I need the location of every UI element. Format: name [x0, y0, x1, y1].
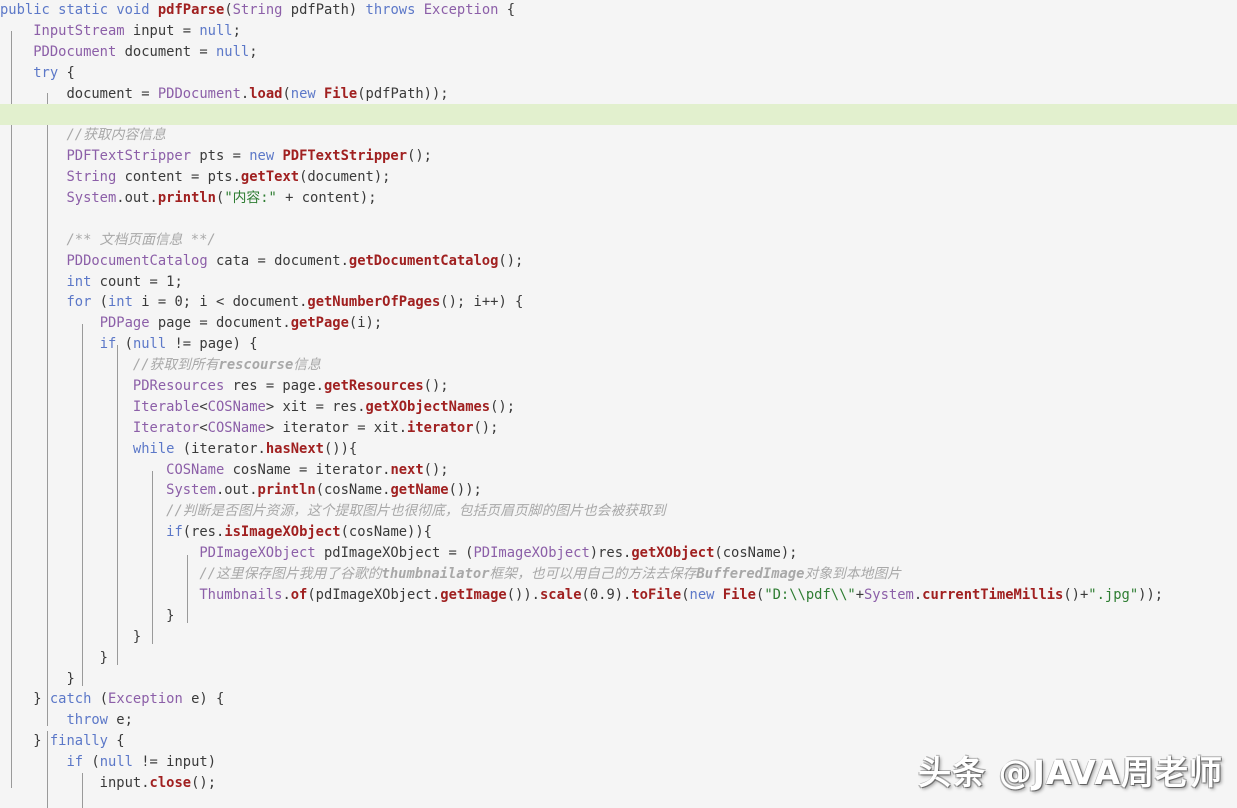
code-line[interactable]: PDResources res = page.getResources();	[0, 376, 1237, 397]
code-line[interactable]: if (null != input)	[0, 752, 1237, 773]
code-line[interactable]: PDDocumentCatalog cata = document.getDoc…	[0, 251, 1237, 272]
code-line[interactable]: InputStream input = null;	[0, 21, 1237, 42]
code-line[interactable]: Iterable<COSName> xit = res.getXObjectNa…	[0, 397, 1237, 418]
code-line[interactable]: Thumbnails.of(pdImageXObject.getImage())…	[0, 585, 1237, 606]
code-line[interactable]	[0, 209, 1237, 230]
code-line-clipped[interactable]: input.close();	[0, 773, 1237, 794]
code-line[interactable]: PDPage page = document.getPage(i);	[0, 313, 1237, 334]
code-line[interactable]: //这里保存图片我用了谷歌的thumbnailator框架，也可以用自己的方法去…	[0, 564, 1237, 585]
code-line[interactable]: }	[0, 627, 1237, 648]
code-line[interactable]: if (null != page) {	[0, 334, 1237, 355]
code-line[interactable]: //判断是否图片资源，这个提取图片也很彻底，包括页眉页脚的图片也会被获取到	[0, 501, 1237, 522]
code-line[interactable]: System.out.println(cosName.getName());	[0, 480, 1237, 501]
code-content[interactable]: public static void pdfParse(String pdfPa…	[0, 0, 1237, 794]
code-line[interactable]: throw e;	[0, 710, 1237, 731]
code-line[interactable]: }	[0, 648, 1237, 669]
code-line[interactable]: while (iterator.hasNext()){	[0, 439, 1237, 460]
code-line[interactable]: document = PDDocument.load(new File(pdfP…	[0, 84, 1237, 105]
code-line[interactable]: public static void pdfParse(String pdfPa…	[0, 0, 1237, 21]
code-line[interactable]: PDDocument document = null;	[0, 42, 1237, 63]
code-line[interactable]: /** 文档页面信息 **/	[0, 230, 1237, 251]
code-line-highlighted[interactable]	[0, 104, 1237, 126]
code-line[interactable]: if(res.isImageXObject(cosName)){	[0, 522, 1237, 543]
code-line[interactable]: //获取到所有rescourse信息	[0, 355, 1237, 376]
code-line[interactable]: COSName cosName = iterator.next();	[0, 460, 1237, 481]
code-editor[interactable]: public static void pdfParse(String pdfPa…	[0, 0, 1237, 808]
code-line[interactable]: int count = 1;	[0, 272, 1237, 293]
code-line[interactable]: }	[0, 606, 1237, 627]
code-line[interactable]: }	[0, 669, 1237, 690]
code-line[interactable]: //获取内容信息	[0, 125, 1237, 146]
code-line[interactable]: for (int i = 0; i < document.getNumberOf…	[0, 292, 1237, 313]
code-line[interactable]: } catch (Exception e) {	[0, 689, 1237, 710]
code-line[interactable]: System.out.println("内容:" + content);	[0, 188, 1237, 209]
code-line[interactable]: try {	[0, 63, 1237, 84]
code-line[interactable]: String content = pts.getText(document);	[0, 167, 1237, 188]
code-line[interactable]: PDImageXObject pdImageXObject = (PDImage…	[0, 543, 1237, 564]
code-line[interactable]: Iterator<COSName> iterator = xit.iterato…	[0, 418, 1237, 439]
code-line[interactable]: } finally {	[0, 731, 1237, 752]
code-line[interactable]: PDFTextStripper pts = new PDFTextStrippe…	[0, 146, 1237, 167]
